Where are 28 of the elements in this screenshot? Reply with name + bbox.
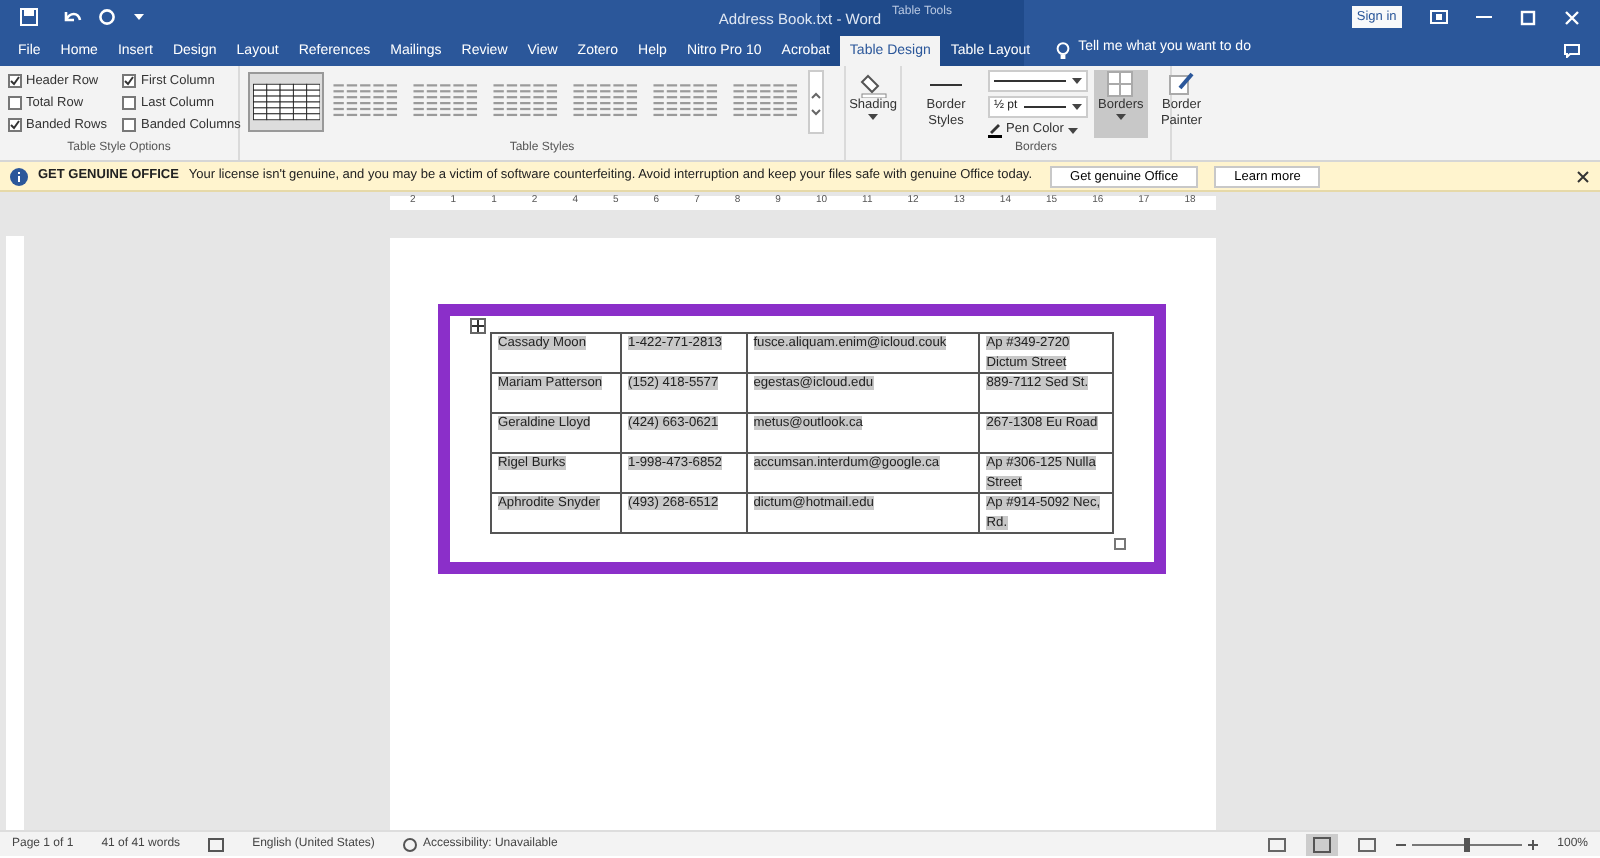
restore-icon[interactable] bbox=[1520, 9, 1536, 25]
print-layout-icon[interactable] bbox=[1305, 833, 1338, 855]
line-icon bbox=[930, 84, 962, 86]
close-icon[interactable] bbox=[1576, 169, 1590, 183]
table-style-thumbnail[interactable] bbox=[248, 72, 324, 132]
line-style-dropdown[interactable] bbox=[988, 70, 1088, 92]
zoom-in-icon[interactable] bbox=[1527, 839, 1538, 849]
caret-icon bbox=[1115, 113, 1126, 120]
undo-icon[interactable] bbox=[62, 8, 82, 26]
caret-icon bbox=[1072, 104, 1082, 110]
lightbulb-icon bbox=[1056, 42, 1071, 60]
checkmark-icon bbox=[10, 120, 20, 130]
table-move-handle-icon[interactable] bbox=[470, 318, 486, 334]
comments-icon[interactable] bbox=[1564, 44, 1580, 58]
caret-icon bbox=[868, 113, 878, 120]
table-resize-handle[interactable] bbox=[1114, 538, 1126, 550]
caret-icon bbox=[1072, 78, 1082, 84]
caret-icon bbox=[1067, 127, 1078, 133]
gallery-scroll-icon[interactable] bbox=[808, 70, 824, 134]
customize-icon[interactable] bbox=[134, 13, 144, 21]
zoom-slider-thumb[interactable] bbox=[1463, 837, 1470, 851]
save-icon[interactable] bbox=[20, 8, 38, 26]
ribbon-display-icon[interactable] bbox=[1430, 10, 1448, 24]
minimize-icon[interactable] bbox=[1476, 15, 1492, 19]
pen-icon bbox=[988, 122, 1002, 138]
checkmark-icon bbox=[124, 76, 135, 86]
info-icon bbox=[10, 167, 28, 185]
checkmark-icon bbox=[10, 76, 20, 86]
